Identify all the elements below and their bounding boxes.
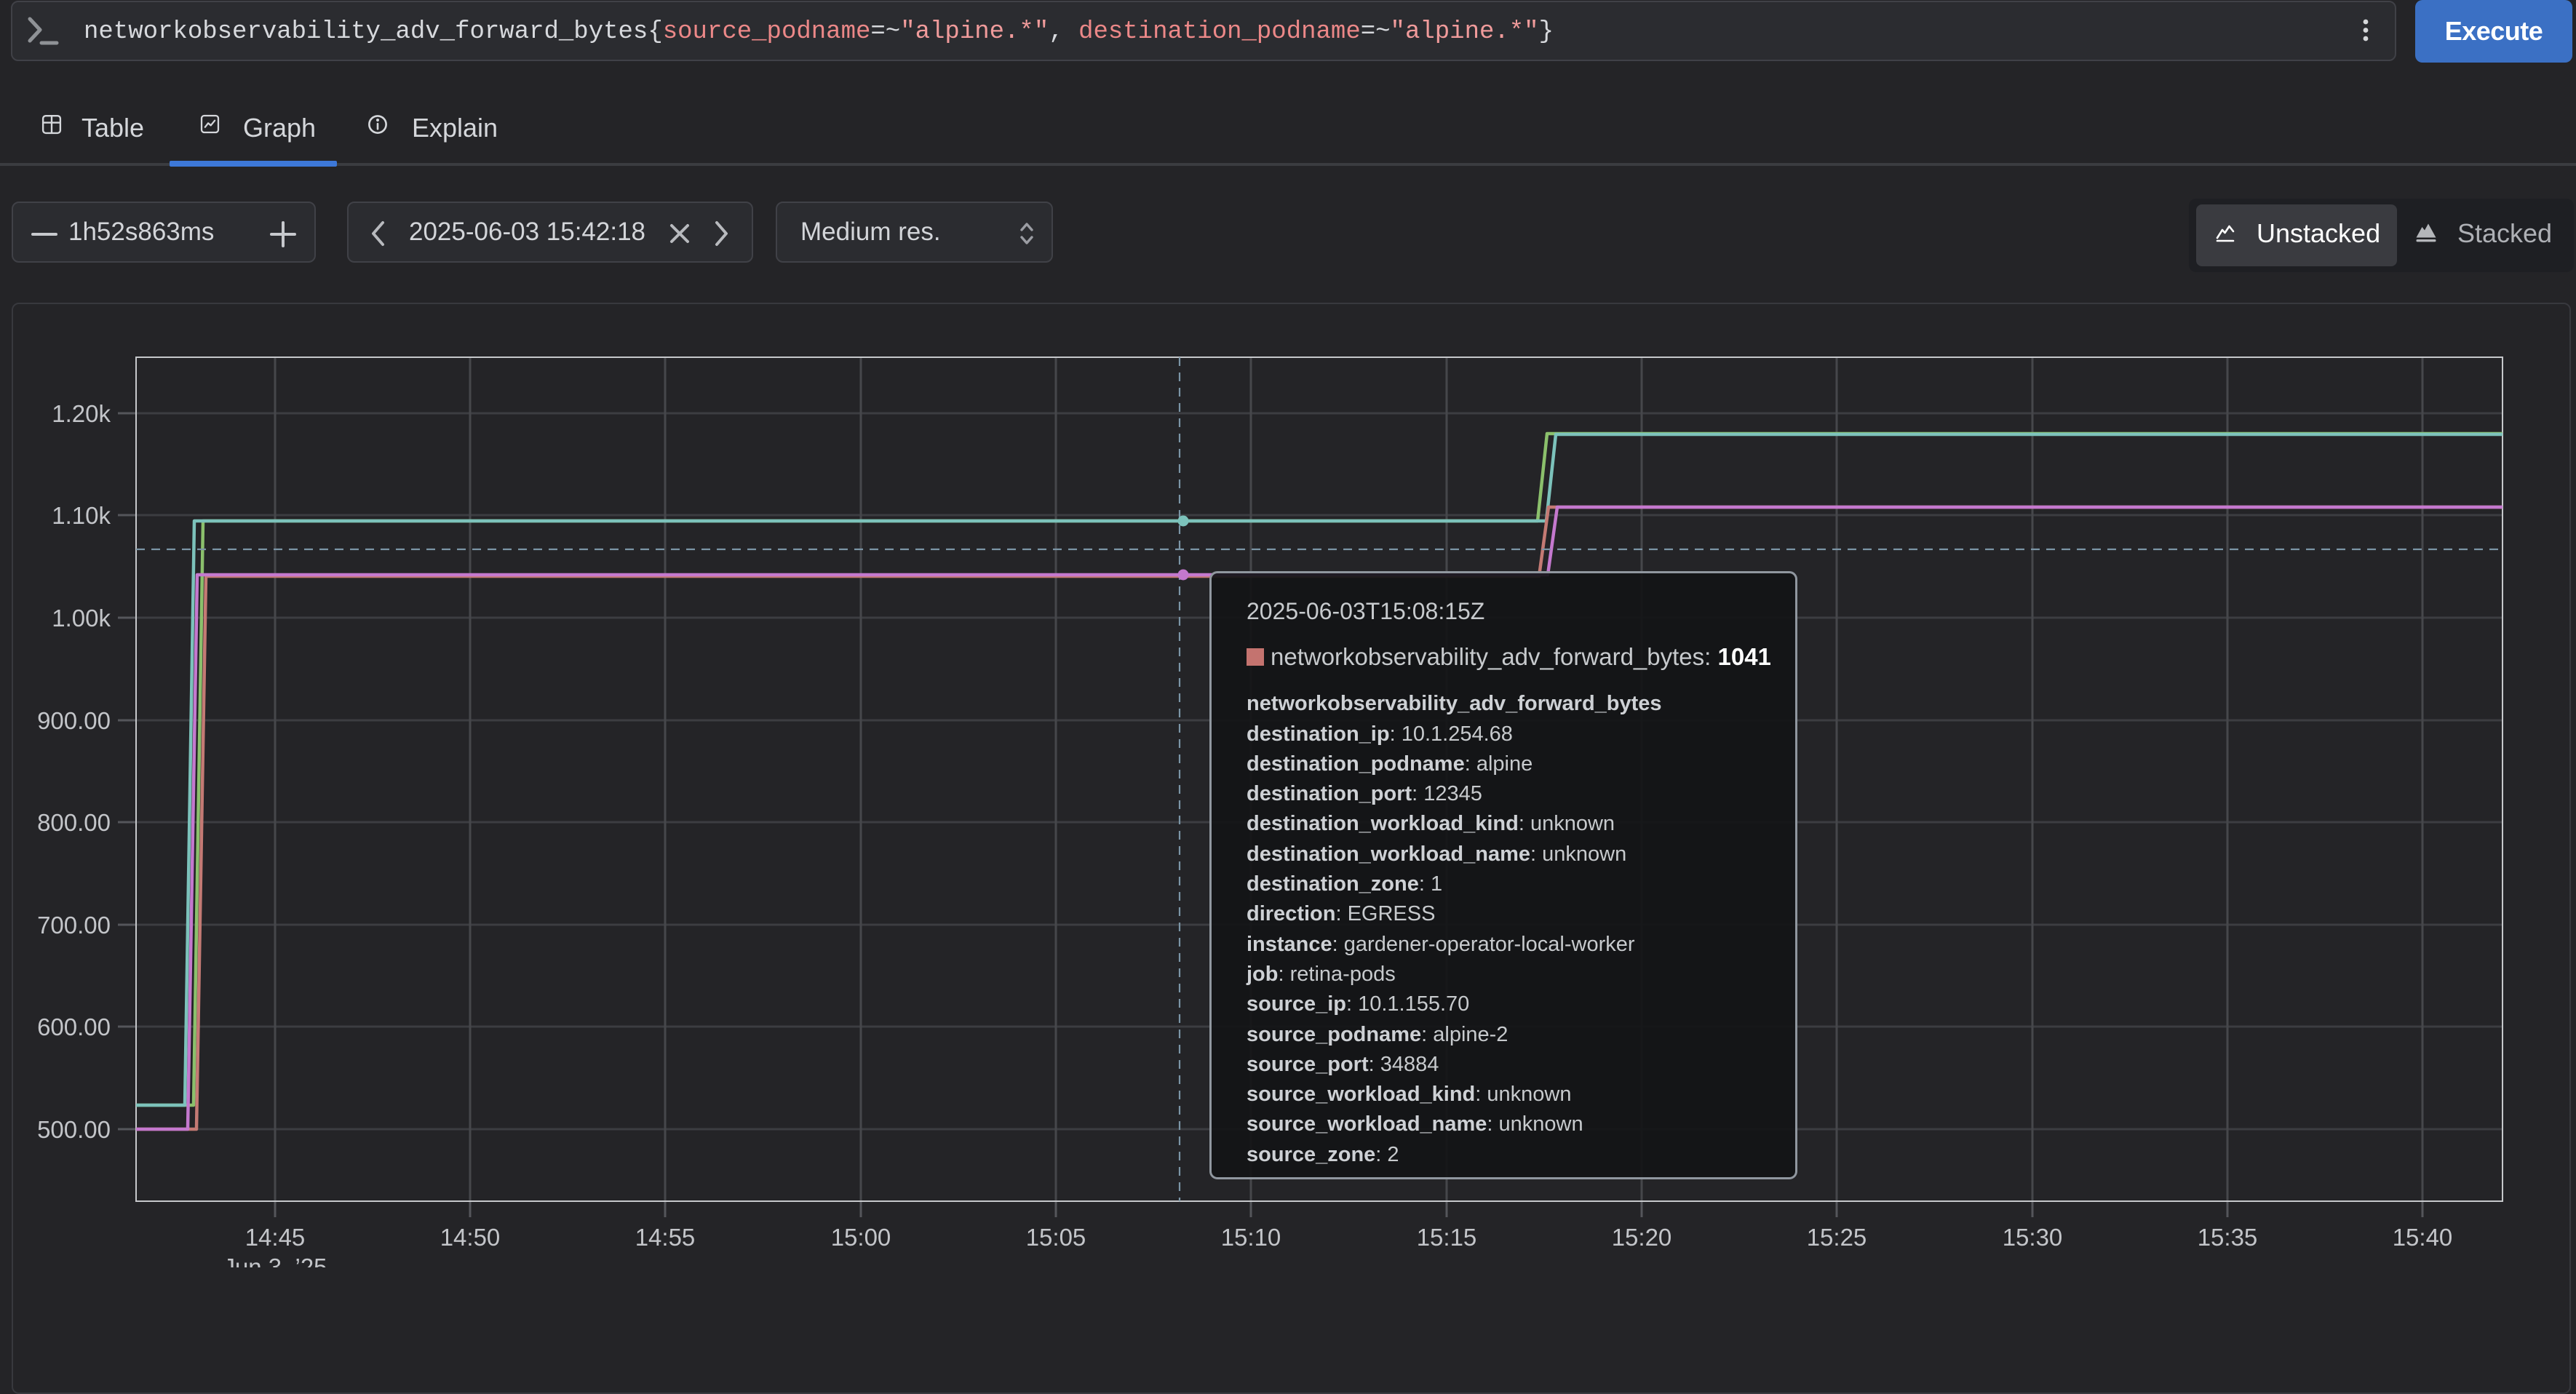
svg-text:600.00: 600.00: [37, 1013, 111, 1040]
svg-text:800.00: 800.00: [37, 809, 111, 836]
svg-text:15:35: 15:35: [2198, 1224, 2258, 1251]
svg-text:15:25: 15:25: [1807, 1224, 1867, 1251]
svg-text:15:10: 15:10: [1221, 1224, 1281, 1251]
svg-text:900.00: 900.00: [37, 707, 111, 734]
svg-text:Jun 3, ’25: Jun 3, ’25: [223, 1254, 327, 1267]
svg-text:1.10k: 1.10k: [52, 502, 111, 529]
svg-text:700.00: 700.00: [37, 912, 111, 939]
svg-text:15:20: 15:20: [1612, 1224, 1672, 1251]
svg-text:15:30: 15:30: [2003, 1224, 2063, 1251]
svg-text:15:05: 15:05: [1026, 1224, 1086, 1251]
svg-text:14:50: 14:50: [440, 1224, 501, 1251]
svg-text:15:40: 15:40: [2393, 1224, 2453, 1251]
svg-text:1.00k: 1.00k: [52, 605, 111, 632]
svg-text:1.20k: 1.20k: [52, 400, 111, 427]
svg-text:500.00: 500.00: [37, 1116, 111, 1143]
svg-text:14:45: 14:45: [245, 1224, 306, 1251]
svg-text:15:15: 15:15: [1417, 1224, 1477, 1251]
svg-text:15:00: 15:00: [831, 1224, 891, 1251]
svg-text:14:55: 14:55: [635, 1224, 696, 1251]
